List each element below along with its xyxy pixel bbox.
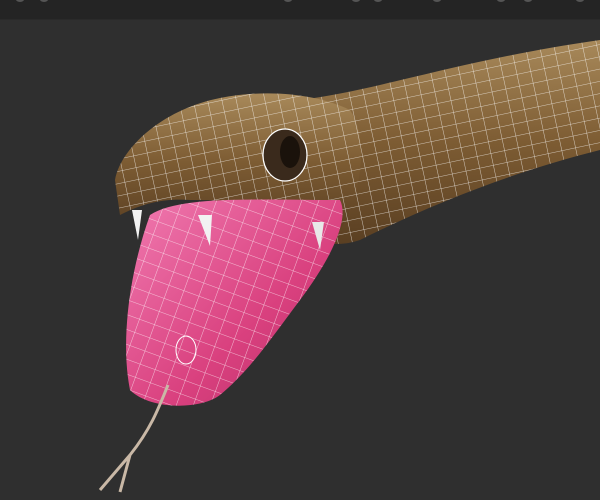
- toolbar-icon[interactable]: [524, 0, 532, 2]
- toolbar-icon[interactable]: [16, 0, 24, 2]
- 3d-viewport[interactable]: [0, 20, 600, 500]
- toolbar-icon[interactable]: [284, 0, 292, 2]
- toolbar-icon[interactable]: [576, 0, 584, 2]
- toolbar-icon[interactable]: [40, 0, 48, 2]
- toolbar-icon[interactable]: [374, 0, 382, 2]
- toolbar-icon[interactable]: [497, 0, 505, 2]
- snake-model-render: [98, 40, 600, 493]
- snake-fang: [132, 210, 142, 240]
- toolbar-icon[interactable]: [352, 0, 360, 2]
- toolbar-icon[interactable]: [433, 0, 441, 2]
- viewport-toolbar: [0, 0, 600, 20]
